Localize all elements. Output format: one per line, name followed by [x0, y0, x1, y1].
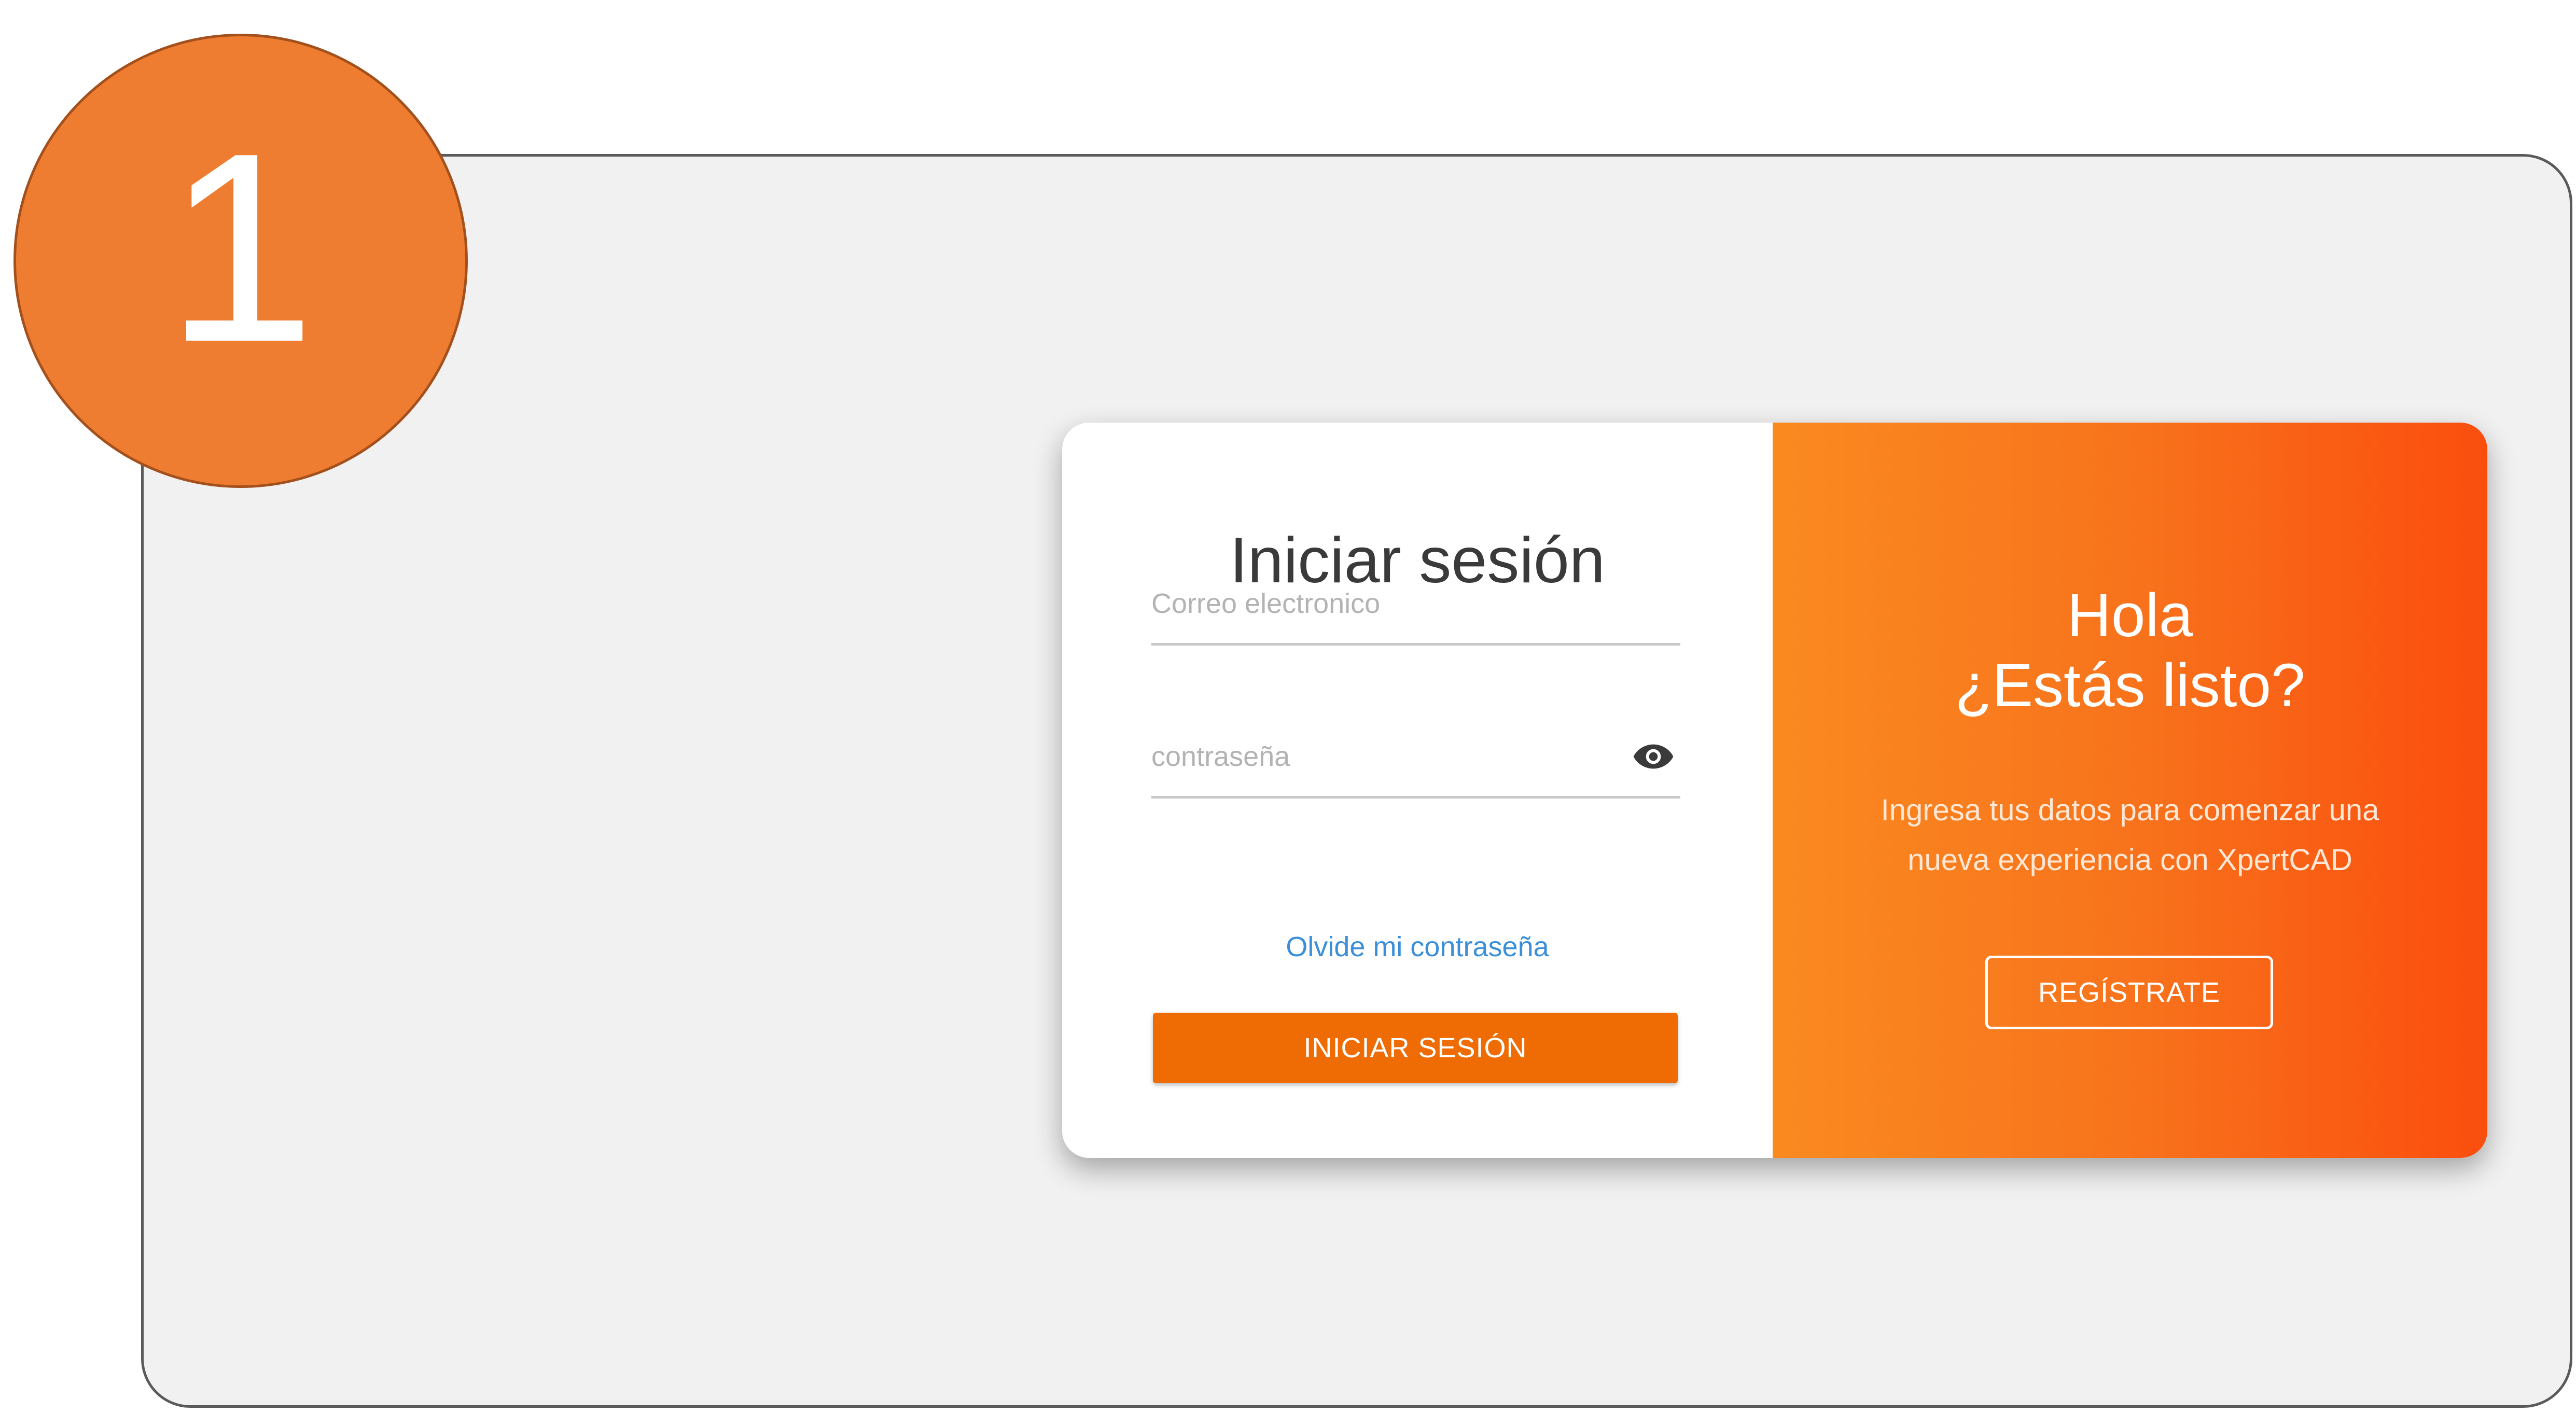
login-panel: Iniciar sesión Olvide mi contraseña INIC…: [1062, 423, 1773, 1158]
password-field: [1151, 731, 1680, 799]
welcome-text: Ingresa tus datos para comenzar una nuev…: [1840, 786, 2420, 885]
forgot-password-link[interactable]: Olvide mi contraseña: [1062, 931, 1773, 963]
step-number-badge: 1: [13, 34, 468, 488]
step-number: 1: [165, 97, 316, 398]
eye-icon[interactable]: [1633, 742, 1674, 771]
welcome-text-line1: Ingresa tus datos para comenzar una: [1881, 793, 2379, 827]
welcome-panel: Hola ¿Estás listo? Ingresa tus datos par…: [1773, 423, 2487, 1158]
welcome-title-line1: Hola: [2067, 581, 2193, 650]
email-field: [1151, 578, 1680, 646]
login-card: Iniciar sesión Olvide mi contraseña INIC…: [1062, 423, 2487, 1158]
login-button[interactable]: INICIAR SESIÓN: [1153, 1013, 1678, 1083]
welcome-text-line2: nueva experiencia con XpertCAD: [1907, 843, 2352, 877]
register-button[interactable]: REGÍSTRATE: [1985, 956, 2273, 1029]
welcome-title: Hola ¿Estás listo?: [1773, 581, 2487, 721]
password-input[interactable]: [1151, 740, 1608, 773]
welcome-title-line2: ¿Estás listo?: [1955, 651, 2305, 720]
email-input[interactable]: [1151, 587, 1608, 620]
